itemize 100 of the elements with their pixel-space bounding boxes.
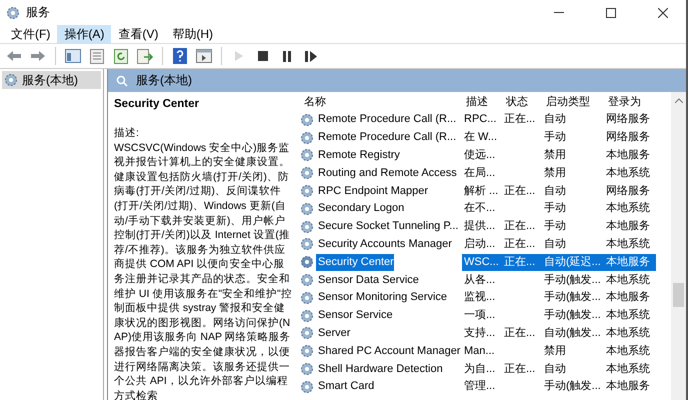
table-cell-text: 本地系统	[605, 236, 651, 252]
table-cell-text: 自动(触发...	[543, 326, 602, 341]
table-cell-text: 网络服务	[605, 130, 651, 146]
table-cell-text: 本地系统	[605, 166, 651, 181]
menu-item[interactable]: 查看(V)	[111, 25, 166, 43]
table-cell-text: 手动(触发...	[543, 308, 602, 324]
table-cell-text: Shell Hardware Detection	[317, 362, 443, 377]
table-cell-text: 本地系统	[605, 308, 651, 324]
menu-item[interactable]: 文件(F)	[4, 25, 58, 43]
table-cell-text: 正在...	[503, 362, 536, 377]
table-cell-text: 从各...	[463, 272, 496, 288]
service-row[interactable]: Secondary Logon 在不... 手动 本地系统	[296, 200, 671, 218]
table-cell: WSC...	[462, 254, 502, 271]
gear-icon	[300, 166, 314, 180]
service-row[interactable]: Remote Procedure Call (R... RPC... 正在... 自动 网络服务	[296, 111, 671, 129]
minimize-icon	[554, 12, 564, 14]
table-cell-text: 自动	[543, 362, 567, 377]
table-cell-text: 在局...	[463, 166, 496, 181]
table-cell-text: 正在...	[503, 236, 536, 252]
gear-icon	[6, 6, 20, 20]
column-header[interactable]: 名称	[300, 94, 462, 109]
table-cell-text: 支持...	[463, 326, 496, 341]
service-row[interactable]: Server 支持... 正在... 自动(触发... 本地系统	[296, 324, 671, 342]
column-header[interactable]: 登录为	[604, 94, 656, 109]
table-cell-text: Routing and Remote Access	[317, 166, 457, 181]
table-cell-text: Smart Card	[317, 379, 374, 394]
table-cell-text: Remote Procedure Call (R...	[317, 112, 456, 128]
table-cell-text: 手动(触发...	[543, 290, 602, 306]
search-icon	[116, 74, 128, 86]
column-header[interactable]: 描述	[462, 94, 502, 109]
table-cell-text: 本地系统	[605, 200, 651, 216]
service-row[interactable]: Remote Procedure Call (R... 在 W... 手动 网络服务	[296, 128, 671, 147]
service-row[interactable]: Security Center WSC... 正在... 自动(延迟... 本地服务	[296, 253, 671, 272]
service-row[interactable]: Secure Socket Tunneling P... 提供... 正在... 手动 本地服务	[296, 218, 671, 236]
table-cell-text: 自动	[543, 184, 567, 199]
service-row[interactable]: Sensor Monitoring Service 监视... 手动(触发... 本地服务	[296, 288, 671, 307]
resume-icon	[305, 50, 317, 62]
gear-icon	[300, 130, 314, 145]
service-row[interactable]: Sensor Service 一项... 手动(触发... 本地系统	[296, 306, 671, 325]
maximize-icon	[606, 8, 616, 18]
table-cell-text: 自动	[543, 236, 567, 252]
service-row[interactable]: Shell Hardware Detection 为自... 正在... 自动 本地系统	[296, 360, 671, 378]
service-row[interactable]: Routing and Remote Access 在局... 禁用 本地系统	[296, 164, 671, 182]
table-cell-text: 本地服务	[605, 290, 651, 306]
gear-icon	[300, 220, 314, 234]
service-row[interactable]: Security Accounts Manager 启动... 正在... 自动 本地系统	[296, 236, 671, 254]
table-cell-text: 正在...	[503, 219, 536, 234]
table-cell-text: 本地服务	[605, 379, 651, 394]
scroll-up-icon	[674, 98, 682, 103]
gear-icon	[300, 202, 314, 216]
table-cell-text: 在不...	[463, 201, 496, 216]
table-cell-text: Remote Registry	[317, 148, 400, 163]
table-cell-text: Man...	[463, 344, 496, 359]
gear-icon	[300, 290, 314, 305]
table-cell-text: Secure Socket Tunneling P...	[317, 219, 458, 234]
scrollbar[interactable]	[671, 92, 686, 400]
table-cell: 自动(延迟...	[542, 254, 604, 271]
service-row[interactable]: Shared PC Account Manager Man... 禁用 本地系统	[296, 342, 671, 360]
table-cell-text: 本地系统	[605, 272, 651, 288]
table-cell-text: 正在...	[503, 184, 536, 199]
service-row[interactable]: Remote Registry 使远... 禁用 本地服务	[296, 146, 671, 164]
table-cell-text: 本地服务	[605, 148, 651, 163]
tree-item[interactable]: 服务(本地)	[2, 71, 101, 89]
toolbar-button[interactable]	[194, 46, 214, 66]
menu-item[interactable]: 帮助(H)	[165, 25, 220, 43]
properties-icon	[90, 48, 104, 64]
table-cell-text: Server	[317, 326, 350, 341]
gear-icon	[300, 362, 314, 376]
table-cell-text: Sensor Data Service	[317, 272, 419, 288]
table-cell-text: 本地系统	[605, 362, 651, 377]
table-cell-text: 手动(触发...	[543, 272, 602, 288]
toolbar-button[interactable]	[170, 46, 190, 66]
gear-icon	[300, 148, 314, 162]
table-cell-text: 禁用	[543, 344, 567, 359]
table-cell-text: 手动	[543, 130, 567, 146]
table-cell-text: 禁用	[543, 166, 567, 181]
table-cell-text: 监视...	[463, 290, 496, 306]
table-cell-text: 自动	[543, 112, 567, 128]
table-cell: 本地服务	[604, 254, 656, 271]
service-row[interactable]: Sensor Data Service 从各... 手动(触发... 本地系统	[296, 271, 671, 289]
table-cell-text: 手动	[543, 219, 567, 234]
table-cell-text: 本地系统	[605, 326, 651, 341]
refresh-icon	[114, 48, 128, 64]
table-cell-text: 手动(触发...	[543, 379, 602, 394]
table-cell-text: 本地系统	[605, 344, 651, 359]
table-cell-text: Remote Procedure Call (R...	[317, 130, 456, 146]
menu-item[interactable]: 操作(A)	[57, 25, 112, 43]
service-row[interactable]: Smart Card 管理... 手动(触发... 本地服务	[296, 378, 671, 396]
gear-icon	[300, 380, 314, 394]
table-cell-text: 提供...	[463, 219, 496, 234]
gear-icon	[300, 237, 314, 252]
table-cell: Security Center	[316, 254, 394, 271]
table-cell-text: 禁用	[543, 148, 567, 163]
stop-icon	[258, 51, 268, 61]
table-cell-text: Sensor Monitoring Service	[317, 290, 448, 306]
gear-icon	[300, 326, 314, 340]
scrollbar-thumb[interactable]	[673, 283, 684, 307]
service-row[interactable]: RPC Endpoint Mapper 解析 ... 正在... 自动 网络服务	[296, 182, 671, 200]
column-header[interactable]: 启动类型	[542, 94, 604, 109]
column-header[interactable]: 状态	[502, 94, 542, 109]
